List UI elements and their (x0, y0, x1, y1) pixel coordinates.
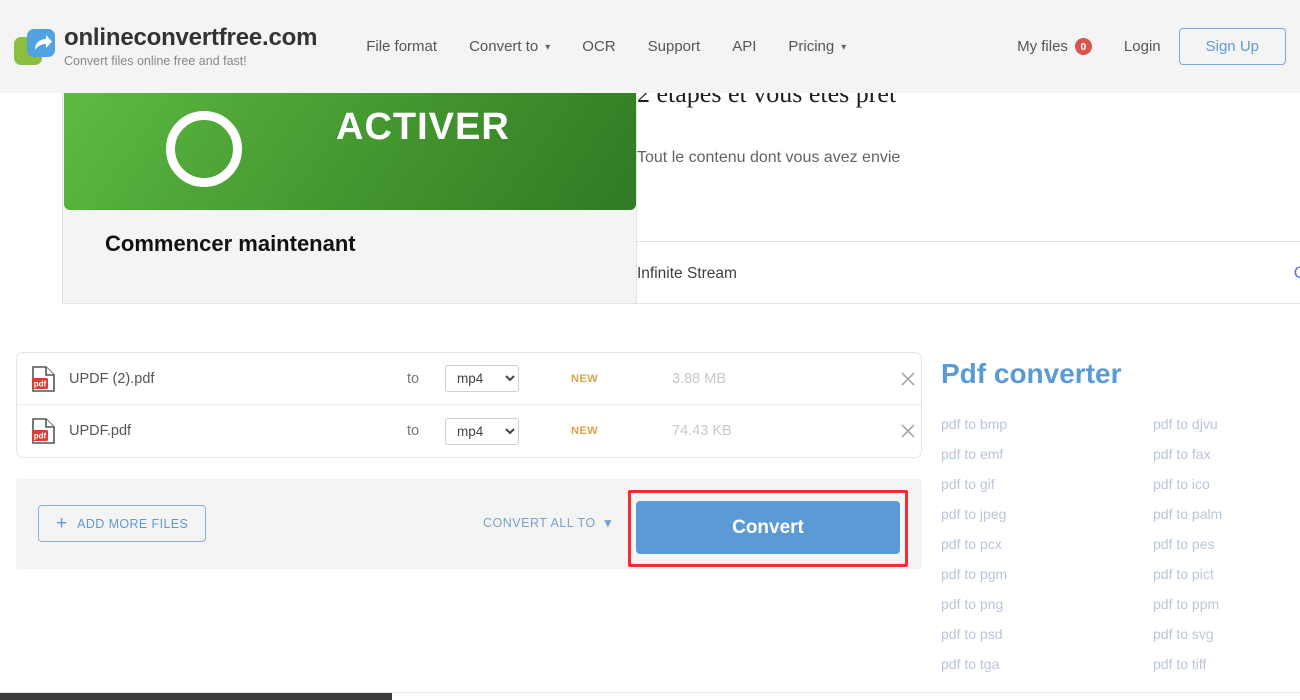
header-account-area: My files 0 Login Sign Up (1003, 0, 1286, 93)
pdf-file-icon: pdf (31, 417, 57, 445)
convert-button[interactable]: Convert (636, 501, 900, 554)
file-name: UPDF.pdf (69, 423, 132, 439)
login-link[interactable]: Login (1106, 38, 1179, 55)
advertisement-card[interactable]: ACTIVER Commencer maintenant 2 étapes et… (62, 93, 1300, 304)
logo-arrow-icon (35, 34, 52, 50)
svg-text:pdf: pdf (34, 431, 47, 440)
file-list-card: pdf UPDF (2).pdf to mp4 NEW 3.88 MB pdf … (16, 352, 922, 458)
sidebar-link-pdf-to-palm[interactable]: pdf to palm (1153, 506, 1300, 522)
format-select[interactable]: mp4 (445, 417, 519, 445)
remove-file-button[interactable] (897, 368, 919, 390)
convert-arrow-logo-icon (14, 27, 56, 67)
nav-label: Convert to (469, 38, 539, 55)
nav-label: Pricing (788, 38, 835, 55)
ad-right-panel: 2 étapes et vous êtes prêt Tout le conte… (637, 93, 1300, 303)
file-name: UPDF (2).pdf (69, 370, 155, 387)
pdf-converter-sidebar: Pdf converter pdf to bmp pdf to djvu pdf… (941, 358, 1300, 672)
sidebar-link-pdf-to-pgm[interactable]: pdf to pgm (941, 566, 1153, 582)
my-files-count-badge: 0 (1074, 38, 1092, 55)
new-badge: NEW (571, 425, 599, 437)
file-size: 3.88 MB (672, 370, 726, 387)
nav-label: API (732, 38, 757, 55)
plus-icon: + (56, 513, 68, 534)
sidebar-link-pdf-to-emf[interactable]: pdf to emf (941, 446, 1153, 462)
ad-subtext: Tout le contenu dont vous avez envie (637, 149, 901, 166)
site-header: onlineconvertfree.com Convert files onli… (0, 0, 1300, 93)
ad-left-caption: Commencer maintenant (105, 231, 356, 256)
sidebar-link-pdf-to-gif[interactable]: pdf to gif (941, 476, 1153, 492)
sidebar-link-pdf-to-djvu[interactable]: pdf to djvu (1153, 416, 1300, 432)
to-label: to (407, 423, 420, 439)
format-select[interactable]: mp4 (445, 365, 519, 392)
logo-tagline: Convert files online free and fast! (64, 53, 247, 68)
sidebar-link-pdf-to-psd[interactable]: pdf to psd (941, 626, 1153, 642)
horizontal-scrollbar[interactable] (0, 692, 1300, 700)
site-logo[interactable]: onlineconvertfree.com Convert files onli… (14, 23, 318, 68)
sidebar-link-pdf-to-tga[interactable]: pdf to tga (941, 656, 1153, 672)
to-label: to (407, 370, 420, 387)
new-badge: NEW (571, 372, 599, 385)
logo-title: onlineconvertfree.com (64, 23, 318, 51)
table-row: pdf UPDF.pdf to mp4 NEW 74.43 KB (17, 405, 921, 457)
nav-item-convert-to[interactable]: Convert to ▾ (453, 38, 566, 55)
sidebar-link-pdf-to-fax[interactable]: pdf to fax (1153, 446, 1300, 462)
ad-divider (637, 241, 1300, 242)
nav-item-ocr[interactable]: OCR (566, 38, 631, 55)
file-size: 74.43 KB (672, 423, 732, 439)
my-files-label: My files (1017, 38, 1068, 55)
sidebar-title: Pdf converter (941, 358, 1122, 389)
ad-brand-name: Infinite Stream (637, 265, 737, 282)
nav-label: Support (647, 38, 701, 55)
sidebar-link-pdf-to-pict[interactable]: pdf to pict (1153, 566, 1300, 582)
ad-hero-image: ACTIVER (64, 93, 636, 210)
svg-text:pdf: pdf (34, 379, 47, 388)
ad-left-panel[interactable]: ACTIVER Commencer maintenant (63, 93, 637, 303)
convert-all-to-dropdown[interactable]: CONVERT ALL TO ▾ (483, 515, 612, 531)
add-more-files-button[interactable]: + ADD MORE FILES (38, 505, 207, 542)
sidebar-link-pdf-to-pes[interactable]: pdf to pes (1153, 536, 1300, 552)
sidebar-link-grid: pdf to bmp pdf to djvu pdf to emf pdf to… (941, 416, 1300, 672)
nav-item-file-format[interactable]: File format (350, 38, 453, 55)
sidebar-link-pdf-to-bmp[interactable]: pdf to bmp (941, 416, 1153, 432)
sidebar-link-pdf-to-tiff[interactable]: pdf to tiff (1153, 656, 1300, 672)
nav-item-pricing[interactable]: Pricing ▾ (772, 38, 862, 55)
nav-item-support[interactable]: Support (632, 38, 717, 55)
sidebar-link-pdf-to-ico[interactable]: pdf to ico (1153, 476, 1300, 492)
add-more-files-label: ADD MORE FILES (77, 516, 189, 531)
remove-file-button[interactable] (897, 420, 919, 442)
chevron-down-icon: ▾ (604, 515, 612, 530)
signup-button[interactable]: Sign Up (1178, 28, 1286, 65)
pdf-file-icon: pdf (31, 365, 57, 393)
nav-item-api[interactable]: API (716, 38, 772, 55)
sidebar-link-pdf-to-jpeg[interactable]: pdf to jpeg (941, 506, 1153, 522)
ad-headline: 2 étapes et vous êtes prêt (637, 93, 897, 108)
sidebar-link-pdf-to-pcx[interactable]: pdf to pcx (941, 536, 1153, 552)
chevron-down-icon: ▾ (841, 42, 847, 53)
sidebar-link-pdf-to-ppm[interactable]: pdf to ppm (1153, 596, 1300, 612)
chevron-down-icon: ▾ (545, 42, 551, 53)
sidebar-link-pdf-to-png[interactable]: pdf to png (941, 596, 1153, 612)
convert-all-to-label: CONVERT ALL TO (483, 516, 596, 530)
table-row: pdf UPDF (2).pdf to mp4 NEW 3.88 MB (17, 353, 921, 405)
ad-ring-decoration-icon (166, 111, 242, 187)
nav-label: File format (366, 38, 438, 55)
advertisement-region: ACTIVER Commencer maintenant 2 étapes et… (0, 93, 1300, 309)
my-files-link[interactable]: My files 0 (1003, 38, 1106, 55)
sidebar-link-pdf-to-svg[interactable]: pdf to svg (1153, 626, 1300, 642)
nav-label: OCR (582, 38, 616, 55)
ad-image-word: ACTIVER (336, 106, 510, 148)
ad-open-link[interactable]: Ouvrir (1294, 263, 1300, 283)
main-nav: File format Convert to ▾ OCR Support API… (350, 38, 862, 55)
